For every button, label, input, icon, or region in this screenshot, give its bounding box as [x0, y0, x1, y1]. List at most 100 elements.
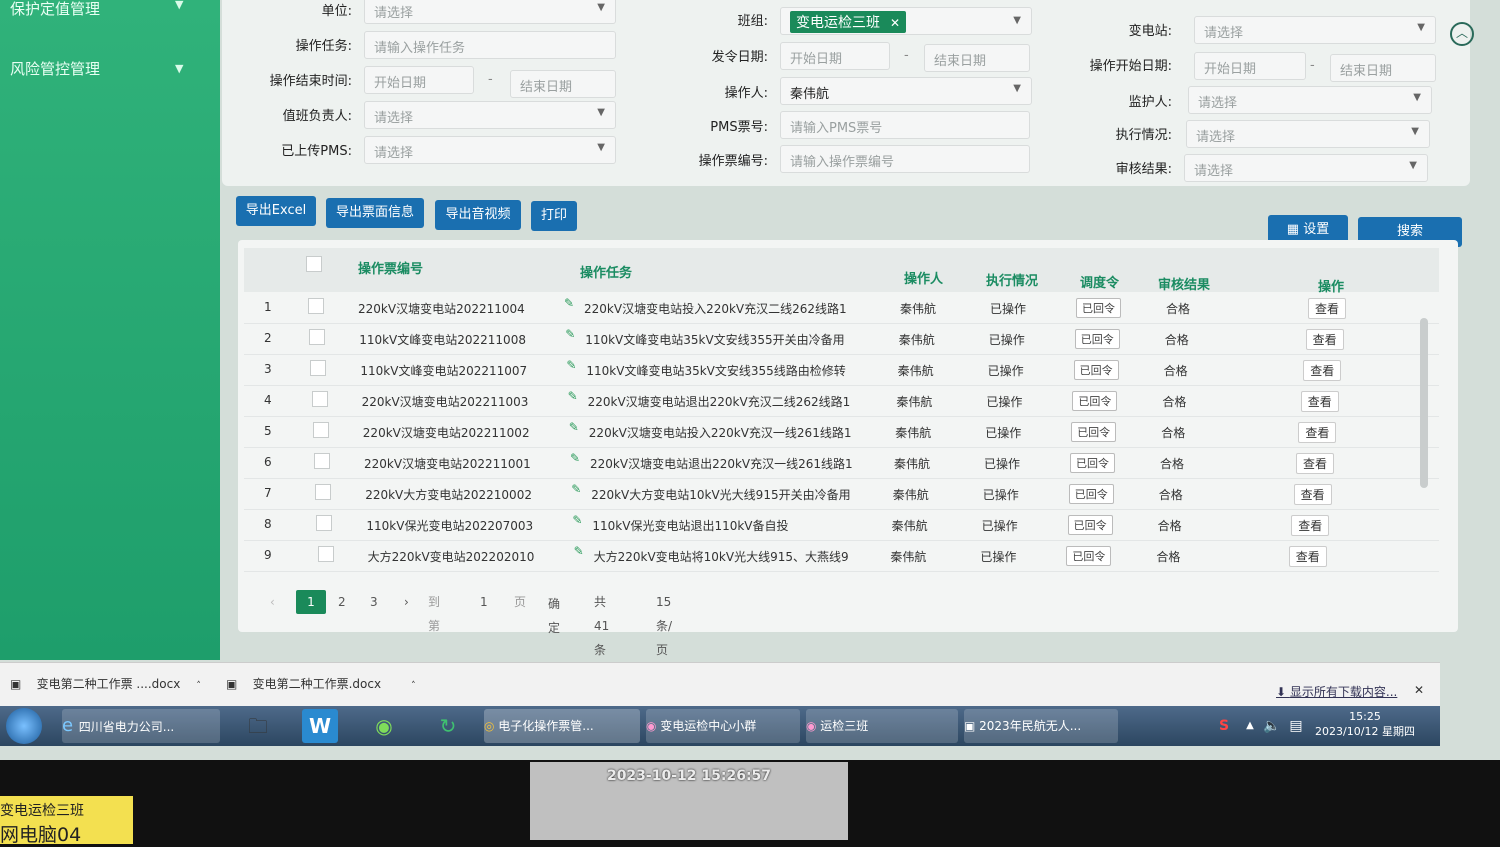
exec-status-select[interactable]: 请选择 ▼	[1186, 120, 1430, 148]
close-icon[interactable]: ✕	[890, 16, 900, 30]
next-page-icon[interactable]: ›	[404, 590, 409, 614]
end-time-end-input[interactable]: 结束日期	[510, 70, 616, 98]
ticket-edit-icon[interactable]: ✎	[571, 482, 593, 496]
page-size-select[interactable]: 15 条/页▼	[656, 590, 683, 681]
table-row[interactable]: 5 220kV汉塘变电站202211002 ✎ 220kV汉塘变电站投入220kV充汉…	[244, 416, 1439, 448]
wps-icon[interactable]: W	[302, 709, 338, 743]
row-checkbox[interactable]	[312, 422, 329, 438]
table-row[interactable]: 6 220kV汉塘变电站202211001 ✎ 220kV汉塘变电站退出220kV充汉…	[244, 447, 1439, 479]
sidebar-item-risk-control[interactable]: 风险管控管理 ▼	[10, 58, 183, 79]
download-item[interactable]: ▣ 变电第二种工作票 ....docx ˄	[10, 675, 201, 692]
table-row[interactable]: 7 220kV大方变电站202210002 ✎ 220kV大方变电站10kV光大线91…	[244, 478, 1439, 510]
issue-date-start-input[interactable]: 开始日期	[780, 42, 890, 70]
ticket-no-cell[interactable]: 110kV保光变电站202207003	[366, 517, 533, 534]
folder-icon[interactable]: 🗀	[240, 709, 276, 743]
table-row[interactable]: 2 110kV文峰变电站202211008 ✎ 110kV文峰变电站35kV文安线35…	[244, 323, 1439, 355]
ticket-no-cell[interactable]: 110kV文峰变电站202211007	[360, 362, 527, 379]
ticket-edit-icon[interactable]: ✎	[569, 420, 591, 434]
pms-no-input[interactable]: 请输入PMS票号	[780, 111, 1030, 139]
refresh-app-icon[interactable]: ↻	[430, 709, 466, 743]
browser-icon[interactable]: ◉	[366, 709, 402, 743]
start-button[interactable]	[6, 708, 42, 744]
table-row[interactable]: 4 220kV汉塘变电站202211003 ✎ 220kV汉塘变电站退出220kV充汉…	[244, 385, 1439, 417]
scrollbar-thumb[interactable]	[1420, 318, 1428, 488]
ticket-edit-icon[interactable]: ✎	[566, 358, 588, 372]
col-exec-status[interactable]: 执行情况	[986, 270, 1038, 289]
ticket-edit-icon[interactable]: ✎	[572, 513, 594, 527]
page-2[interactable]: 2	[338, 590, 346, 614]
view-button[interactable]: 查看	[1298, 422, 1337, 443]
row-checkbox[interactable]	[309, 329, 326, 345]
row-checkbox[interactable]	[311, 391, 328, 407]
task-input[interactable]: 请输入操作任务	[364, 31, 616, 59]
view-button[interactable]: 查看	[1305, 329, 1344, 350]
view-button[interactable]: 查看	[1300, 391, 1339, 412]
ticket-edit-icon[interactable]: ✎	[565, 327, 587, 341]
row-checkbox[interactable]	[317, 546, 334, 562]
col-task[interactable]: 操作任务	[580, 262, 632, 281]
row-checkbox[interactable]	[310, 360, 327, 376]
goto-page-input[interactable]: 1	[480, 590, 488, 614]
station-select[interactable]: 请选择 ▼	[1194, 16, 1436, 44]
ticket-no-cell[interactable]: 110kV文峰变电站202211008	[359, 331, 526, 348]
page-3[interactable]: 3	[370, 590, 378, 614]
select-all-checkbox[interactable]	[306, 256, 322, 272]
view-button[interactable]: 查看	[1293, 484, 1332, 505]
ticket-no-cell[interactable]: 220kV汉塘变电站202211001	[364, 455, 531, 472]
export-av-button[interactable]: 导出音视频	[435, 200, 521, 230]
ticket-no-input[interactable]: 请输入操作票编号	[780, 145, 1030, 173]
table-row[interactable]: 9 大方220kV变电站202202010 ✎ 大方220kV变电站将10kV光大线9…	[244, 540, 1439, 572]
ticket-no-cell[interactable]: 220kV汉塘变电站202211002	[363, 424, 530, 441]
taskbar-app-chat-2[interactable]: ◉ 运检三班	[806, 709, 958, 743]
col-ticket-no[interactable]: 操作票编号	[358, 258, 423, 277]
ticket-edit-icon[interactable]: ✎	[564, 296, 586, 310]
row-checkbox[interactable]	[315, 484, 332, 500]
sidebar-item-protection-settings[interactable]: 保护定值管理 ▼	[10, 0, 183, 19]
prev-page-icon[interactable]: ‹	[270, 590, 275, 614]
start-date-start-input[interactable]: 开始日期	[1194, 52, 1306, 80]
collapse-up-icon[interactable]: ︿	[1450, 22, 1474, 46]
row-checkbox[interactable]	[316, 515, 333, 531]
row-checkbox[interactable]	[308, 298, 324, 314]
taskbar-app-chat-1[interactable]: ◉ 变电运检中心小群	[646, 709, 800, 743]
col-audit-result[interactable]: 审核结果	[1158, 274, 1210, 293]
chevron-down-icon[interactable]: ˄	[196, 681, 201, 691]
issue-date-end-input[interactable]: 结束日期	[924, 44, 1030, 72]
page-1[interactable]: 1	[296, 590, 326, 614]
network-icon[interactable]: ▤	[1278, 709, 1314, 743]
download-item[interactable]: ▣ 变电第二种工作票.docx ˄	[226, 675, 416, 692]
ticket-edit-icon[interactable]: ✎	[570, 451, 592, 465]
ticket-no-cell[interactable]: 220kV汉塘变电站202211004	[358, 300, 525, 317]
pms-uploaded-select[interactable]: 请选择 ▼	[364, 136, 616, 164]
view-button[interactable]: 查看	[1303, 360, 1342, 381]
start-date-end-input[interactable]: 结束日期	[1330, 54, 1436, 82]
ticket-no-cell[interactable]: 220kV大方变电站202210002	[365, 486, 532, 503]
ticket-no-cell[interactable]: 大方220kV变电站202202010	[368, 548, 535, 565]
show-all-downloads-link[interactable]: ⬇ 显示所有下载内容...	[1276, 683, 1397, 700]
col-dispatch-order[interactable]: 调度令	[1080, 272, 1119, 291]
close-icon[interactable]: ✕	[1414, 683, 1424, 697]
view-button[interactable]: 查看	[1288, 546, 1327, 567]
view-button[interactable]: 查看	[1308, 298, 1347, 319]
taskbar-app-ie[interactable]: e 四川省电力公司...	[62, 709, 220, 743]
table-row[interactable]: 3 110kV文峰变电站202211007 ✎ 110kV文峰变电站35kV文安线35…	[244, 354, 1439, 386]
unit-select[interactable]: 请选择 ▼	[364, 0, 616, 24]
confirm-button[interactable]: 确定	[548, 592, 560, 635]
taskbar-app-chrome[interactable]: ◎ 电子化操作票管...	[484, 709, 640, 743]
view-button[interactable]: 查看	[1291, 515, 1330, 536]
table-row[interactable]: 1 220kV汉塘变电站202211004 ✎ 220kV汉塘变电站投入220kV充汉…	[244, 292, 1439, 324]
view-button[interactable]: 查看	[1296, 453, 1335, 474]
ticket-no-cell[interactable]: 220kV汉塘变电站202211003	[362, 393, 529, 410]
table-row[interactable]: 8 110kV保光变电站202207003 ✎ 110kV保光变电站退出110kV备自…	[244, 509, 1439, 541]
clock[interactable]: 15:25 2023/10/12 星期四	[1310, 710, 1420, 739]
print-button[interactable]: 打印	[531, 201, 577, 231]
taskbar-app-doc[interactable]: ▣ 2023年民航无人...	[964, 709, 1118, 743]
guardian-select[interactable]: 请选择 ▼	[1188, 86, 1432, 114]
ticket-edit-icon[interactable]: ✎	[568, 389, 590, 403]
export-ticket-button[interactable]: 导出票面信息	[326, 198, 424, 228]
ticket-edit-icon[interactable]: ✎	[574, 544, 596, 558]
table-scrollbar[interactable]	[1418, 308, 1430, 578]
audit-result-select[interactable]: 请选择 ▼	[1184, 154, 1428, 182]
team-select[interactable]: 变电运检三班 ✕ ▼	[780, 7, 1032, 35]
export-excel-button[interactable]: 导出Excel	[236, 196, 316, 226]
